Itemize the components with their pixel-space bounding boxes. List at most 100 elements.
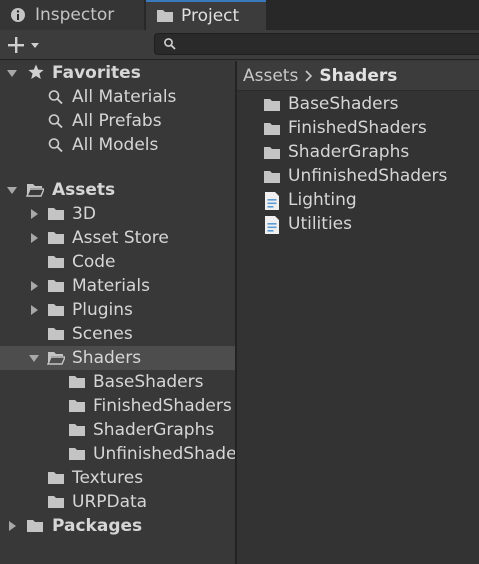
- tree-label: Favorites: [52, 63, 141, 83]
- tree-item-favorites[interactable]: Favorites: [0, 61, 235, 85]
- folder-icon: [48, 328, 64, 340]
- folder-icon: [69, 424, 85, 436]
- shader-file-icon: [265, 192, 279, 210]
- expanded-arrow-icon[interactable]: [6, 184, 18, 196]
- tree-item-code[interactable]: Code: [0, 250, 235, 274]
- list-item-shadergraphs[interactable]: ShaderGraphs: [237, 141, 479, 165]
- tree-label: All Models: [72, 135, 159, 155]
- folder-icon: [264, 147, 280, 159]
- tree-item-all-materials[interactable]: All Materials: [0, 85, 235, 109]
- search-icon: [48, 138, 63, 153]
- folder-icon: [264, 123, 280, 135]
- tree-label: ShaderGraphs: [93, 420, 215, 440]
- breadcrumb: Assets Shaders: [237, 61, 479, 91]
- tree-label: Asset Store: [72, 228, 169, 248]
- search-input[interactable]: [154, 33, 479, 55]
- tree-label: Scenes: [72, 324, 133, 344]
- tree-label: 3D: [72, 204, 96, 224]
- search-icon: [48, 90, 63, 105]
- tab-inspector[interactable]: Inspector: [0, 0, 144, 30]
- project-toolbar: [0, 30, 479, 60]
- collapsed-arrow-icon[interactable]: [28, 304, 40, 316]
- folder-icon: [48, 472, 64, 484]
- chevron-down-icon: [31, 43, 39, 48]
- folder-icon: [48, 496, 64, 508]
- list-item-label: FinishedShaders: [288, 118, 427, 138]
- breadcrumb-shaders[interactable]: Shaders: [319, 66, 397, 86]
- tree-item-finishedshaders[interactable]: FinishedShaders: [0, 394, 235, 418]
- folder-icon: [27, 520, 43, 532]
- collapsed-arrow-icon[interactable]: [28, 280, 40, 292]
- tree-label: Plugins: [72, 300, 133, 320]
- search-icon: [48, 114, 63, 129]
- tree-item-all-models[interactable]: All Models: [0, 133, 235, 157]
- folder-icon: [48, 232, 64, 244]
- tab-project-label: Project: [181, 6, 240, 26]
- tree-item-3d[interactable]: 3D: [0, 202, 235, 226]
- folder-open-icon: [47, 352, 65, 365]
- list-item-lighting[interactable]: Lighting: [237, 189, 479, 213]
- collapsed-arrow-icon[interactable]: [28, 232, 40, 244]
- collapsed-arrow-icon[interactable]: [28, 208, 40, 220]
- tree-item-textures[interactable]: Textures: [0, 466, 235, 490]
- tree-item-materials[interactable]: Materials: [0, 274, 235, 298]
- folder-icon: [264, 99, 280, 111]
- tree-item-assets[interactable]: Assets: [0, 178, 235, 202]
- folder-open-icon: [26, 184, 44, 197]
- list-item-finishedshaders[interactable]: FinishedShaders: [237, 117, 479, 141]
- folder-icon: [69, 400, 85, 412]
- list-item-unfinishedshaders[interactable]: UnfinishedShaders: [237, 165, 479, 189]
- tree-item-shaders[interactable]: Shaders: [0, 346, 235, 370]
- tree-item-all-prefabs[interactable]: All Prefabs: [0, 109, 235, 133]
- expanded-arrow-icon[interactable]: [28, 352, 40, 364]
- folder-icon: [48, 208, 64, 220]
- expanded-arrow-icon[interactable]: [6, 67, 18, 79]
- tree-item-plugins[interactable]: Plugins: [0, 298, 235, 322]
- folder-icon: [48, 256, 64, 268]
- plus-icon: [8, 37, 24, 53]
- tree-item-urpdata[interactable]: URPData: [0, 490, 235, 514]
- tab-project[interactable]: Project: [146, 0, 266, 30]
- tree-label: UnfinishedShaders: [93, 444, 235, 464]
- chevron-right-icon: [305, 69, 313, 82]
- tree-label: Textures: [72, 468, 144, 488]
- star-icon: [28, 64, 44, 79]
- tree-item-packages[interactable]: Packages: [0, 514, 235, 538]
- tree-label: Packages: [52, 516, 143, 536]
- tree-label: Shaders: [72, 348, 142, 368]
- tree-item-scenes[interactable]: Scenes: [0, 322, 235, 346]
- tree-label: URPData: [72, 492, 148, 512]
- tab-inspector-label: Inspector: [35, 5, 115, 25]
- folder-icon: [48, 304, 64, 316]
- folder-icon: [264, 171, 280, 183]
- create-button[interactable]: [6, 34, 50, 56]
- folder-icon: [69, 448, 85, 460]
- project-tree: Favorites All Materials All Prefabs All …: [0, 61, 235, 564]
- folder-contents-panel: Assets Shaders BaseShaders FinishedShade…: [237, 61, 479, 564]
- list-item-label: ShaderGraphs: [288, 142, 410, 162]
- tree-item-unfinishedshaders[interactable]: UnfinishedShaders: [0, 442, 235, 466]
- list-item-label: BaseShaders: [288, 94, 399, 114]
- shader-file-icon: [265, 216, 279, 234]
- tree-label: Materials: [72, 276, 150, 296]
- tree-label: All Materials: [72, 87, 177, 107]
- list-item-baseshaders[interactable]: BaseShaders: [237, 93, 479, 117]
- tree-label: Code: [72, 252, 116, 272]
- tree-item-asset-store[interactable]: Asset Store: [0, 226, 235, 250]
- tree-item-baseshaders[interactable]: BaseShaders: [0, 370, 235, 394]
- list-item-label: Utilities: [288, 214, 352, 234]
- folder-icon: [69, 376, 85, 388]
- tree-label: All Prefabs: [72, 111, 162, 131]
- collapsed-arrow-icon[interactable]: [6, 520, 18, 532]
- info-icon: [11, 8, 25, 22]
- breadcrumb-assets[interactable]: Assets: [243, 66, 298, 86]
- folder-icon: [157, 10, 173, 22]
- tree-label: Assets: [52, 180, 116, 200]
- folder-icon: [48, 280, 64, 292]
- search-icon: [164, 38, 176, 50]
- list-item-label: UnfinishedShaders: [288, 166, 448, 186]
- tree-item-shadergraphs[interactable]: ShaderGraphs: [0, 418, 235, 442]
- list-item-utilities[interactable]: Utilities: [237, 213, 479, 237]
- tree-label: BaseShaders: [93, 372, 204, 392]
- tree-label: FinishedShaders: [93, 396, 232, 416]
